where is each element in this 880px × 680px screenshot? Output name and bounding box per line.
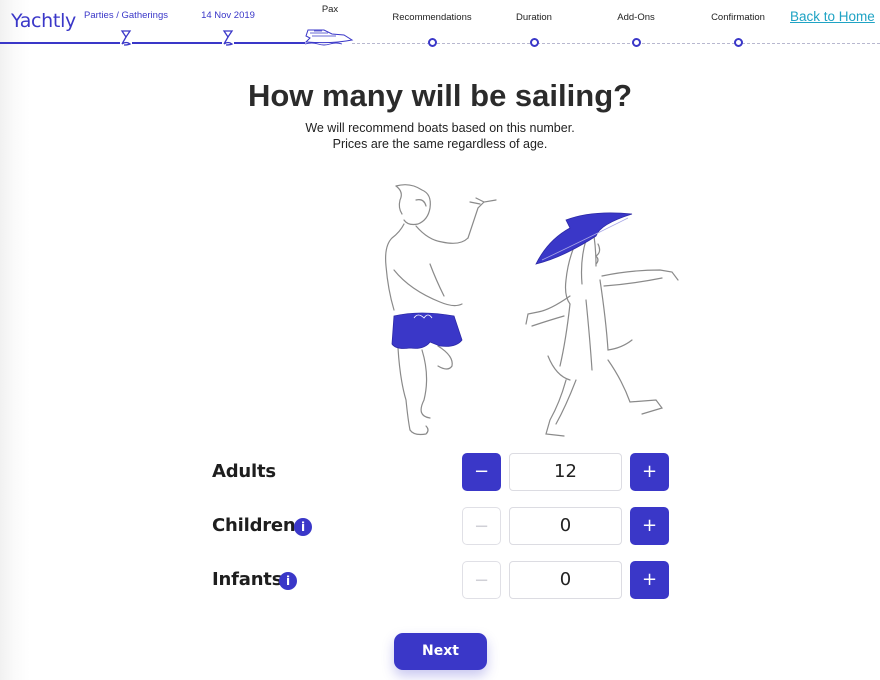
children-label: Children: [212, 515, 296, 536]
progress-bar-completed: [0, 42, 305, 44]
adults-label: Adults: [212, 461, 276, 482]
step-dot-icon: [428, 38, 437, 47]
adults-decrement-button[interactable]: −: [462, 453, 501, 491]
woman-figure: [525, 235, 679, 437]
page-title: How many will be sailing?: [247, 78, 633, 113]
infants-label: Infants: [212, 569, 283, 590]
step-label-addons: Add-Ons: [617, 12, 655, 23]
infants-info-icon[interactable]: i: [279, 572, 297, 590]
step-label-date[interactable]: 14 Nov 2019: [201, 10, 255, 21]
step-dot-icon: [734, 38, 743, 47]
step-label-recommendations: Recommendations: [392, 12, 472, 23]
dancing-people-illustration: [385, 184, 679, 437]
yacht-icon: [304, 29, 354, 46]
infants-increment-button[interactable]: +: [630, 561, 669, 599]
step-label-duration: Duration: [516, 12, 552, 23]
children-decrement-button[interactable]: −: [462, 507, 501, 545]
subtitle-line-2: Prices are the same regardless of age.: [332, 137, 548, 151]
children-increment-button[interactable]: +: [630, 507, 669, 545]
infants-decrement-button[interactable]: −: [462, 561, 501, 599]
man-figure: [385, 184, 497, 436]
man-shorts: [391, 312, 463, 349]
adults-counter-row: Adults − 12 +: [212, 453, 672, 493]
children-info-icon[interactable]: i: [294, 518, 312, 536]
step-label-occasion[interactable]: Parties / Gatherings: [84, 10, 168, 21]
yachtly-logo[interactable]: Yachtly: [11, 10, 76, 32]
infants-counter-row: Infants i − 0 +: [212, 561, 672, 601]
progress-header: Yachtly Parties / Gatherings 14 Nov 2019…: [0, 0, 880, 60]
infants-count-input[interactable]: 0: [509, 561, 622, 599]
step-dot-icon: [632, 38, 641, 47]
back-to-home-link[interactable]: Back to Home: [790, 9, 875, 24]
children-counter-row: Children i − 0 +: [212, 507, 672, 547]
children-count-input[interactable]: 0: [509, 507, 622, 545]
adults-count-input[interactable]: 12: [509, 453, 622, 491]
next-button[interactable]: Next: [394, 633, 487, 670]
step-label-pax: Pax: [321, 4, 339, 15]
hourglass-icon[interactable]: [120, 30, 132, 46]
hourglass-icon[interactable]: [222, 30, 234, 46]
step-label-confirmation: Confirmation: [711, 12, 765, 23]
step-dot-icon: [530, 38, 539, 47]
subtitle-line-1: We will recommend boats based on this nu…: [305, 121, 575, 135]
adults-increment-button[interactable]: +: [630, 453, 669, 491]
